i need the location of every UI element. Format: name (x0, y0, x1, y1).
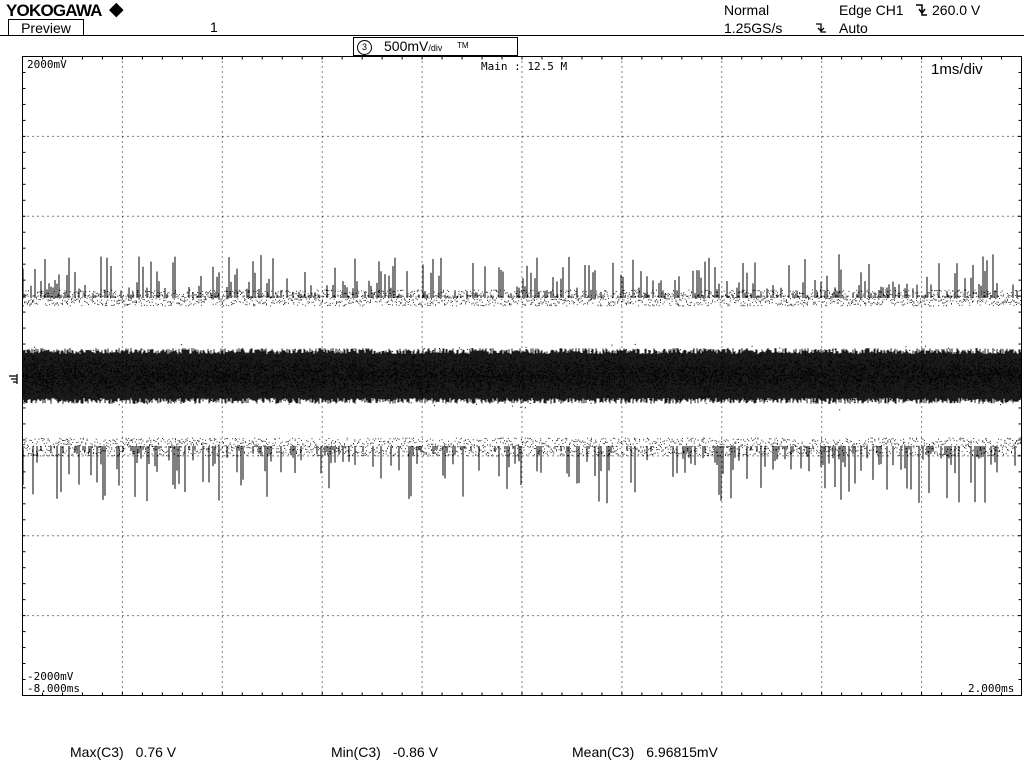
measurement-max: Max(C3) 0.76 V (70, 744, 176, 760)
measurement-value: -0.86 V (392, 744, 438, 760)
measurement-name: Min(C3) (331, 744, 381, 760)
ground-icon (8, 372, 22, 393)
measurement-value: 0.76 V (135, 744, 177, 760)
time-left-label: -8.000ms (27, 682, 80, 695)
measurement-name: Mean(C3) (572, 744, 635, 760)
top-volt-label: 2000mV (27, 58, 67, 71)
measurement-name: Max(C3) (70, 744, 124, 760)
waveform-display[interactable] (0, 0, 1024, 768)
measurement-mean: Mean(C3) 6.96815mV (572, 744, 718, 760)
timebase-label: 1ms/div (931, 61, 983, 78)
measurement-value: 6.96815mV (646, 744, 718, 760)
main-record-label: Main : 12.5 M (481, 60, 568, 73)
waveform-trace (22, 254, 1022, 504)
time-right-label: 2.000ms (968, 682, 1015, 695)
measurement-min: Min(C3) -0.86 V (331, 744, 438, 760)
